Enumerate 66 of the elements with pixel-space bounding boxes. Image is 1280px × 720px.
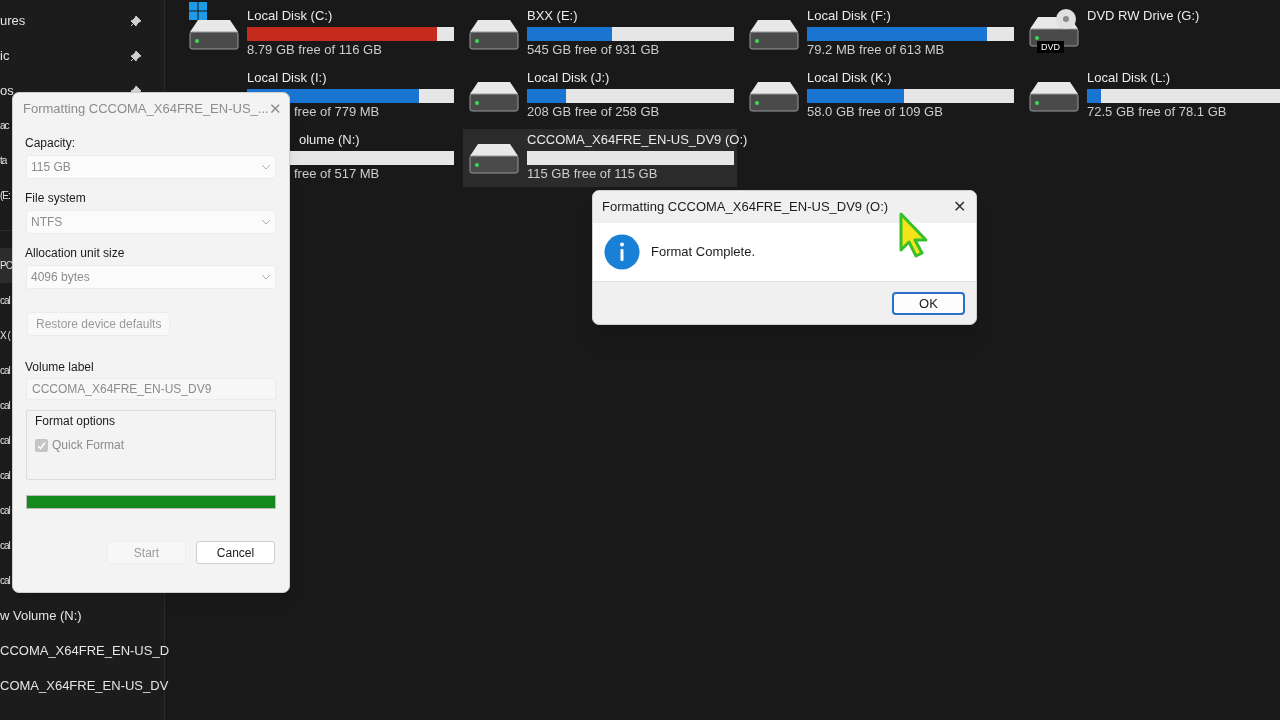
drive-label: olume (N:) bbox=[299, 131, 360, 149]
windows-logo-icon bbox=[189, 2, 207, 20]
sidebar-item-label: ures bbox=[0, 11, 26, 30]
drive-space: free of 779 MB bbox=[294, 103, 380, 121]
info-icon bbox=[604, 234, 640, 270]
drive-tile[interactable]: DVD DVD RW Drive (G:) bbox=[1023, 5, 1280, 63]
close-button[interactable]: ✕ bbox=[953, 195, 966, 219]
field-label: Capacity: bbox=[25, 135, 77, 151]
sidebar-item[interactable]: w Volume (N:) bbox=[0, 598, 164, 633]
drive-space: 79.2 MB free of 613 MB bbox=[807, 41, 945, 59]
drive-tile[interactable]: Local Disk (C:) 8.79 GB free of 116 GB bbox=[183, 5, 457, 63]
dialog-title: Formatting CCCOMA_X64FRE_EN-US_DV9 (O:) bbox=[602, 198, 889, 217]
checkbox-label: Quick Format bbox=[52, 437, 124, 454]
sidebar-item[interactable]: ures bbox=[0, 3, 164, 38]
drive-label: CCCOMA_X64FRE_EN-US_DV9 (O:) bbox=[527, 131, 748, 149]
drive-space: 208 GB free of 258 GB bbox=[527, 103, 660, 121]
drive-label: Local Disk (C:) bbox=[247, 7, 333, 25]
message-text: Format Complete. bbox=[651, 243, 756, 262]
drive-badge: DVD bbox=[1037, 41, 1064, 53]
sidebar-item-label: cal bbox=[0, 294, 10, 308]
drive-tile[interactable]: Local Disk (F:) 79.2 MB free of 613 MB bbox=[743, 5, 1017, 63]
dialog-button[interactable]: Cancel bbox=[196, 541, 275, 564]
drive-label: DVD RW Drive (G:) bbox=[1087, 7, 1200, 25]
drive-tile[interactable]: Local Disk (K:) 58.0 GB free of 109 GB bbox=[743, 67, 1017, 125]
dialog-title: Formatting CCCOMA_X64FRE_EN-US_... bbox=[23, 100, 269, 119]
drive-icon bbox=[189, 18, 239, 50]
drive-tile[interactable]: Local Disk (J:) 208 GB free of 258 GB bbox=[463, 67, 737, 125]
drive-label: Local Disk (J:) bbox=[527, 69, 610, 87]
sidebar-item-label: CCOMA_X64FRE_EN-US_D bbox=[0, 641, 170, 660]
field-label: Volume label bbox=[25, 359, 95, 375]
sidebar-item-label: os bbox=[0, 81, 14, 100]
group-legend: Format options bbox=[35, 413, 267, 429]
field-label: Allocation unit size bbox=[25, 245, 126, 261]
chevron-down-icon bbox=[261, 164, 271, 170]
ok-button[interactable]: OK bbox=[892, 291, 965, 315]
drive-label: Local Disk (L:) bbox=[1087, 69, 1171, 87]
drive-icon bbox=[469, 142, 519, 174]
drive-space: 72.5 GB free of 78.1 GB bbox=[1087, 103, 1227, 121]
drive-space: 115 GB free of 115 GB bbox=[527, 165, 658, 183]
sidebar-item-label: COMA_X64FRE_EN-US_DV bbox=[0, 676, 169, 695]
drive-icon bbox=[1029, 80, 1079, 112]
drive-label: Local Disk (I:) bbox=[247, 69, 327, 87]
drive-label: Local Disk (F:) bbox=[807, 7, 891, 25]
sidebar-item-label: cal bbox=[0, 504, 10, 518]
drive-space: 545 GB free of 931 GB bbox=[527, 41, 660, 59]
chevron-down-icon bbox=[261, 219, 271, 225]
sidebar-item-label: cal bbox=[0, 574, 10, 588]
drive-space: 8.79 GB free of 116 GB bbox=[247, 41, 382, 59]
drive-space: free of 517 MB bbox=[294, 165, 380, 183]
drive-icon bbox=[469, 80, 519, 112]
sidebar-item-label: cal bbox=[0, 469, 10, 483]
drive-tile[interactable]: Local Disk (L:) 72.5 GB free of 78.1 GB bbox=[1023, 67, 1280, 125]
drive-icon bbox=[469, 18, 519, 50]
drive-label: Local Disk (K:) bbox=[807, 69, 892, 87]
chevron-down-icon bbox=[261, 274, 271, 280]
sidebar-item[interactable]: ic bbox=[0, 38, 164, 73]
drive-tile[interactable]: BXX (E:) 545 GB free of 931 GB bbox=[463, 5, 737, 63]
drive-icon bbox=[749, 80, 799, 112]
drive-label: BXX (E:) bbox=[527, 7, 578, 25]
sidebar-item-label: PC bbox=[0, 259, 12, 273]
sidebar-item-label: w Volume (N:) bbox=[0, 606, 82, 625]
drive-icon bbox=[749, 18, 799, 50]
sidebar-item-label: ic bbox=[0, 46, 10, 65]
drive-space: 58.0 GB free of 109 GB bbox=[807, 103, 943, 121]
disc-icon bbox=[1055, 8, 1077, 30]
field-label: File system bbox=[25, 190, 87, 206]
